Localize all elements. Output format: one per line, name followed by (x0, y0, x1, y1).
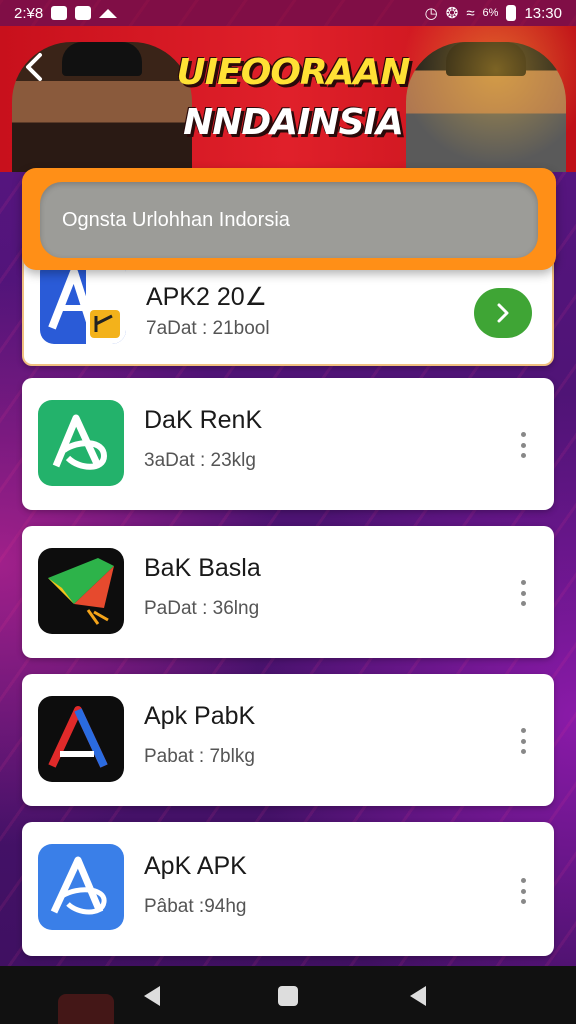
notification-icon (51, 6, 68, 20)
app-meta: 3aDat : 23klg (144, 450, 256, 471)
back-button[interactable] (22, 52, 52, 82)
banner-title: UIEOORAAN NNDAINSIA (168, 48, 418, 148)
chevron-left-icon (26, 53, 42, 81)
app-name: DaK RenK (144, 406, 263, 434)
background-app-thumbnail (58, 994, 114, 1024)
navigation-bar (0, 966, 576, 1024)
more-options-icon[interactable] (518, 728, 528, 754)
status-left-text: 2:¥8 (14, 4, 44, 22)
app-meta: 7aDat : 21bool (146, 318, 270, 339)
app-name: BaK Basla (144, 554, 261, 582)
message-icon (75, 6, 92, 20)
banner-title-line2: NNDAINSIA (183, 102, 404, 143)
app-icon-blue (38, 844, 124, 930)
search-panel: Ognsta Urlohhan Indorsia (22, 168, 556, 270)
more-options-icon[interactable] (518, 878, 528, 904)
app-icon-a (40, 258, 126, 344)
status-left: 2:¥8 (14, 4, 118, 22)
chevron-right-icon (497, 303, 509, 323)
open-button[interactable] (474, 288, 532, 338)
list-item[interactable]: Apk PabK Pabat : 7blkg (22, 674, 554, 806)
wifi-icon: ≈ (466, 4, 475, 22)
app-meta: Pâbat :94hg (144, 896, 247, 917)
banner-title-line1: UIEOORAAN (176, 52, 411, 93)
header-banner: UIEOORAAN NNDAINSIA (0, 26, 576, 172)
app-name: ApK APK (144, 852, 247, 880)
app-icon-green (38, 400, 124, 486)
app-name: APK2 20∠ (146, 283, 268, 311)
search-input[interactable]: Ognsta Urlohhan Indorsia (40, 182, 538, 258)
vibrate-icon: ❂ (445, 5, 459, 22)
nav-back-icon[interactable] (144, 986, 160, 1006)
app-meta: PaDat : 36lng (144, 598, 260, 619)
nav-home-icon[interactable] (278, 986, 298, 1006)
list-item[interactable]: DaK RenK 3aDat : 23klg (22, 378, 554, 510)
app-meta: Pabat : 7blkg (144, 746, 255, 767)
home-notification-icon (99, 8, 118, 18)
banner-person-right (406, 42, 566, 172)
app-icon-map (38, 548, 124, 634)
list-item[interactable]: ApK APK Pâbat :94hg (22, 822, 554, 956)
more-options-icon[interactable] (518, 580, 528, 606)
list-item[interactable]: BaK Basla PaDat : 36lng (22, 526, 554, 658)
app-icon-delta (38, 696, 124, 782)
status-bar: 2:¥8 ◷ ❂ ≈ 6% 13:30 (0, 0, 576, 26)
battery-icon (506, 5, 517, 21)
app-name: Apk PabK (144, 702, 256, 730)
battery-text: 6% (482, 7, 499, 19)
status-right: ◷ ❂ ≈ 6% 13:30 (424, 4, 562, 23)
more-options-icon[interactable] (518, 432, 528, 458)
status-time: 13:30 (524, 4, 562, 22)
nav-recents-icon[interactable] (410, 986, 426, 1006)
alarm-icon: ◷ (424, 5, 438, 22)
